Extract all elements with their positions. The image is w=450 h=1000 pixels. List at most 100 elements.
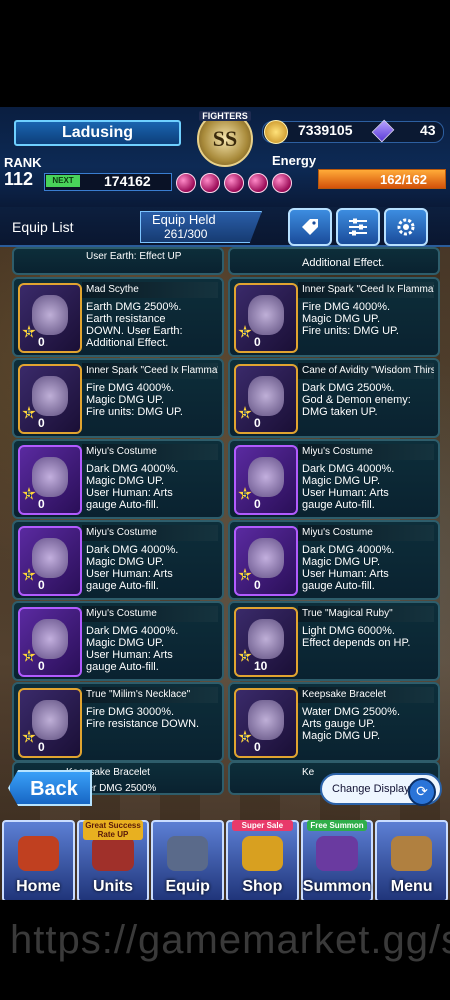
item-thumbnail: 50 <box>234 364 298 434</box>
nav-equip[interactable]: Equip <box>151 820 225 900</box>
partial-item-card[interactable]: Additional Effect. <box>228 247 440 275</box>
item-name: Miyu's Costume <box>82 606 218 622</box>
filter-icon <box>349 218 367 236</box>
back-button[interactable]: Back <box>8 770 92 806</box>
equip-item-card[interactable]: 5 0 Miyu's Costume Dark DMG 4000%. Magic DM… <box>228 520 440 600</box>
item-level: 0 <box>38 578 45 592</box>
game-screen: Ladusing FIGHTERS SS 7339105 43 RANK 112… <box>0 107 450 900</box>
item-desc: User Earth: Effect UP <box>86 251 182 262</box>
item-thumbnail: 5 10 <box>234 607 298 677</box>
nav-units[interactable]: Great Success Rate UP Units <box>76 820 150 900</box>
item-level: 0 <box>38 497 45 511</box>
gold-coin-icon <box>264 120 288 144</box>
item-name: Cane of Avidity "Wisdom Thirst" <box>298 363 434 379</box>
gold-value: 7339105 <box>298 122 353 138</box>
gear-icon <box>397 218 415 236</box>
tag-button[interactable] <box>288 208 332 246</box>
equip-item-card[interactable]: 5 0 Mad Scythe Earth DMG 2500%. Earth resis… <box>12 277 224 357</box>
units-icon <box>92 836 134 872</box>
bottom-nav: Home Great Success Rate UP Units Equip Super… <box>0 820 450 900</box>
next-label: NEXT <box>46 175 80 187</box>
item-description: Dark DMG 4000%. Magic DMG UP. User Human… <box>86 625 179 673</box>
item-art <box>32 376 68 416</box>
nav-badge: Super Sale <box>232 820 293 831</box>
item-level: 0 <box>254 416 261 430</box>
item-name: True "Magical Ruby" <box>298 606 434 622</box>
refresh-icon: ⟳ <box>408 778 436 806</box>
nav-badge: Free Summon <box>306 820 368 831</box>
item-level: 10 <box>254 659 268 673</box>
item-level: 0 <box>254 578 261 592</box>
energy-label: Energy <box>272 153 317 168</box>
next-exp: 174162 <box>104 173 151 189</box>
item-level: 0 <box>38 416 45 430</box>
item-description: Light DMG 6000%. Effect depends on HP. <box>302 625 411 649</box>
nav-shop[interactable]: Super Sale Shop <box>226 820 299 900</box>
equip-list-title: Equip List <box>12 219 74 235</box>
item-art <box>248 295 284 335</box>
item-art <box>32 619 68 659</box>
item-art <box>248 700 284 740</box>
orb-icon <box>272 173 292 193</box>
nav-summon[interactable]: Free Summon Summon <box>300 820 374 900</box>
player-name[interactable]: Ladusing <box>14 120 181 146</box>
equip-item-card[interactable]: 5 10 True "Magical Ruby" Light DMG 6000%. E… <box>228 601 440 681</box>
equip-item-card[interactable]: 5 0 Inner Spark "Ceed Ix Flamma" Fire DMG 4… <box>12 358 224 438</box>
item-thumbnail: 50 <box>234 688 298 758</box>
item-level: 0 <box>38 740 45 754</box>
shop-icon <box>241 836 283 872</box>
summon-icon <box>316 836 358 872</box>
nav-home[interactable]: Home <box>2 820 75 900</box>
equip-item-card[interactable]: 5 0 Miyu's Costume Dark DMG 4000%. Magic DM… <box>228 439 440 519</box>
rank-value: 112 <box>4 169 34 189</box>
item-description: Fire DMG 3000%. Fire resistance DOWN. <box>86 706 200 730</box>
equip-item-card[interactable]: 5 0 Inner Spark "Ceed Ix Flamma" Fire DMG 4… <box>228 277 440 357</box>
item-name: Inner Spark "Ceed Ix Flamma" <box>82 363 218 379</box>
item-thumbnail: 50 <box>18 607 82 677</box>
item-description: Dark DMG 4000%. Magic DMG UP. User Human… <box>86 463 179 511</box>
change-display-button[interactable]: Change Display ⟳ <box>320 773 442 806</box>
item-name: Miyu's Costume <box>82 525 218 541</box>
nav-label: Equip <box>165 878 210 895</box>
equip-item-card[interactable]: 5 0 Miyu's Costume Dark DMG 4000%. Magic DM… <box>12 439 224 519</box>
item-art <box>248 538 284 578</box>
equip-item-card[interactable]: 5 0 Cane of Avidity "Wisdom Thirst" Dark DM… <box>228 358 440 438</box>
equip-item-card[interactable]: 5 0 Keepsake Bracelet Water DMG 2500%. Arts… <box>228 682 440 762</box>
nav-label: Shop <box>242 878 283 895</box>
item-art <box>32 538 68 578</box>
item-desc: Additional Effect. <box>302 257 385 269</box>
item-level: 0 <box>38 659 45 673</box>
item-description: Dark DMG 4000%. Magic DMG UP. User Human… <box>302 544 395 592</box>
partial-item-card[interactable]: User Earth: Effect UP <box>12 247 224 275</box>
emblem-tag: FIGHTERS <box>199 111 251 121</box>
nav-label: Summon <box>302 878 372 895</box>
nav-label: Units <box>93 878 133 895</box>
item-level: 0 <box>254 740 261 754</box>
change-display-label: Change Display <box>332 783 410 795</box>
equip-item-card[interactable]: 5 0 Miyu's Costume Dark DMG 4000%. Magic DM… <box>12 520 224 600</box>
equip-held-label: Equip Held <box>152 212 216 227</box>
orb-icon <box>248 173 268 193</box>
item-description: Dark DMG 4000%. Magic DMG UP. User Human… <box>86 544 179 592</box>
item-name: Inner Spark "Ceed Ix Flamma" <box>298 282 434 298</box>
orb-icon <box>176 173 196 193</box>
item-description: Fire DMG 4000%. Magic DMG UP. Fire units… <box>302 301 399 337</box>
equip-icon <box>167 836 209 872</box>
equip-held-value: 261/300 <box>164 227 208 241</box>
item-art <box>32 700 68 740</box>
settings-button[interactable] <box>384 208 428 246</box>
item-thumbnail: 50 <box>234 526 298 596</box>
watermark: https://gamemarket.gg/s <box>10 918 450 962</box>
equip-item-card[interactable]: 5 0 Miyu's Costume Dark DMG 4000%. Magic DM… <box>12 601 224 681</box>
nav-menu[interactable]: Menu <box>375 820 449 900</box>
filter-button[interactable] <box>336 208 380 246</box>
equip-item-card[interactable]: 5 0 True "Milim's Necklace" Fire DMG 3000%.… <box>12 682 224 762</box>
item-art <box>248 619 284 659</box>
energy-value: 162/162 <box>380 172 427 187</box>
nav-label: Home <box>16 878 61 895</box>
item-name: True "Milim's Necklace" <box>82 687 218 703</box>
nav-label: Menu <box>390 878 433 895</box>
rank-label: RANK <box>4 155 42 170</box>
item-description: Dark DMG 4000%. Magic DMG UP. User Human… <box>302 463 395 511</box>
item-thumbnail: 50 <box>18 283 82 353</box>
